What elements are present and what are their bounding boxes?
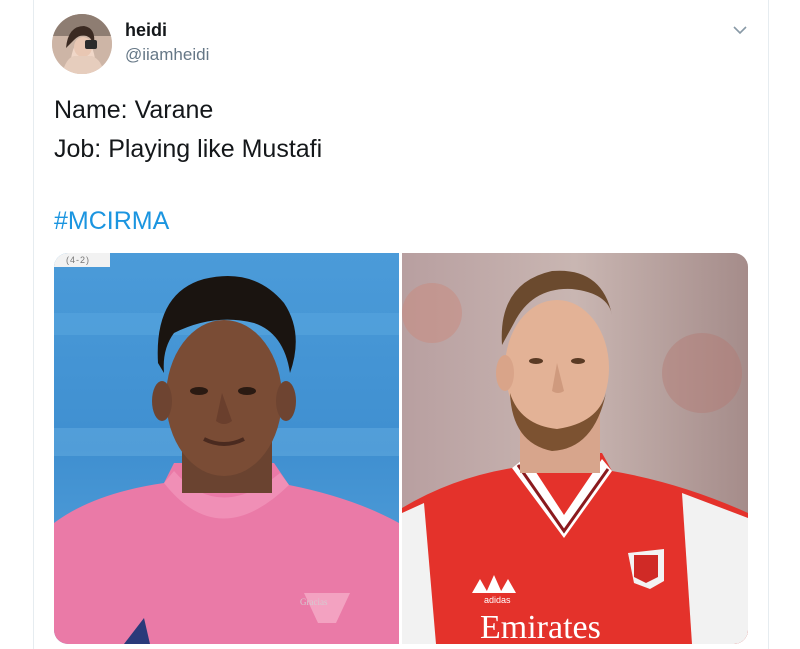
- avatar-image: [52, 14, 112, 74]
- player-photo-left: [54, 253, 399, 644]
- shirt-text: Gracias: [300, 597, 328, 607]
- tweet-text-line: Name: Varane: [54, 96, 214, 124]
- tweet-media[interactable]: (4-2) Gracias adidas Emirates: [54, 253, 748, 644]
- sponsor-text: Emirates: [480, 609, 601, 644]
- brand-text: adidas: [484, 595, 511, 605]
- media-photo-varane[interactable]: (4-2) Gracias: [54, 253, 399, 644]
- author-handle[interactable]: @iiamheidi: [125, 45, 209, 65]
- player-photo-right: [402, 253, 748, 644]
- author-avatar[interactable]: [52, 14, 112, 74]
- media-photo-mustafi[interactable]: adidas Emirates: [402, 253, 748, 644]
- score-badge: (4-2): [54, 253, 110, 267]
- chevron-down-icon: [733, 25, 747, 34]
- hashtag-link[interactable]: #MCIRMA: [54, 207, 169, 236]
- tweet-menu-button[interactable]: [728, 18, 752, 42]
- tweet-text-line: Job: Playing like Mustafi: [54, 135, 323, 163]
- author-display-name[interactable]: heidi: [125, 20, 167, 41]
